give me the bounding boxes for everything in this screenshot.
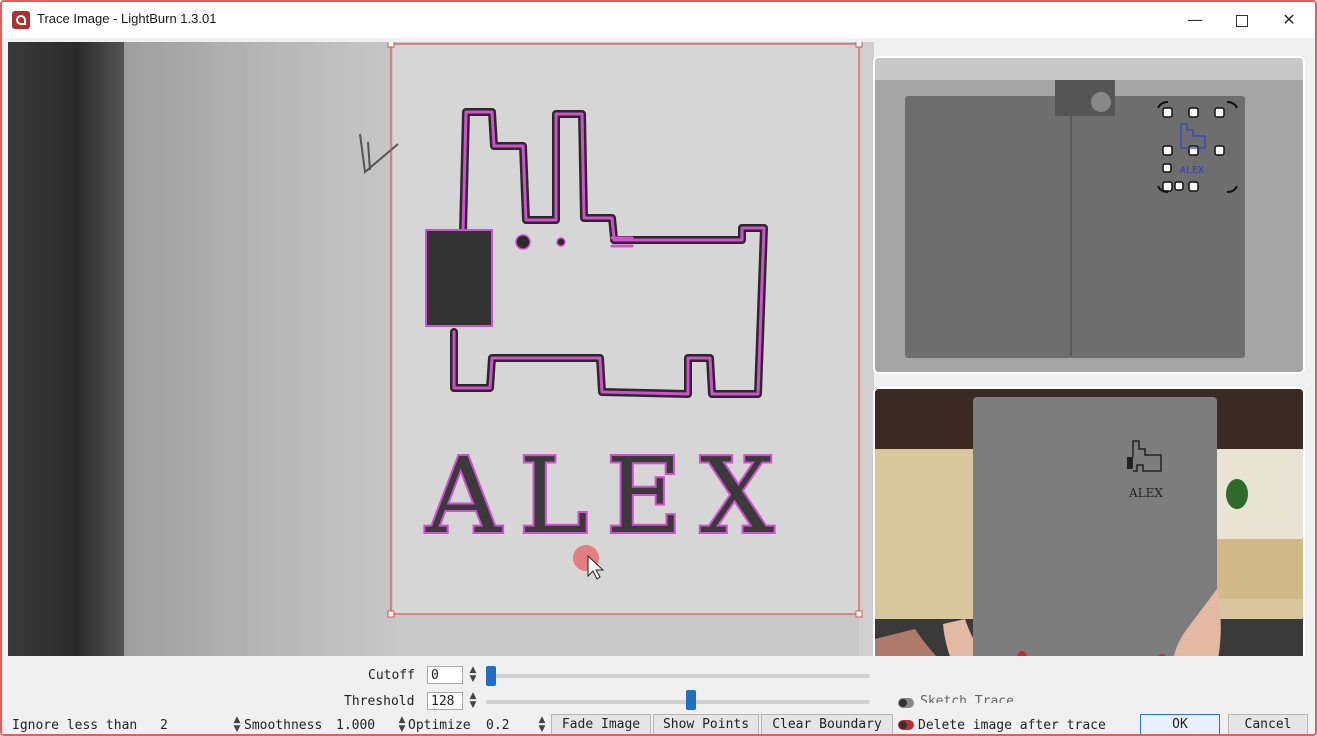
smoothness-spinner[interactable]: ▲ ▼ — [395, 716, 409, 734]
cutoff-input[interactable]: 0 — [427, 666, 463, 684]
ignore-less-than-spinner[interactable]: ▲ ▼ — [230, 716, 244, 734]
cutoff-label: Cutoff — [368, 668, 415, 683]
sketch-trace-label: Sketch Trace — [920, 694, 1014, 703]
minimize-button[interactable]: — — [1172, 6, 1218, 34]
dog-eye — [515, 234, 531, 250]
threshold-label: Threshold — [344, 694, 415, 709]
dog-ear-block — [425, 229, 493, 327]
show-points-button[interactable]: Show Points — [653, 714, 759, 734]
traced-alex-text: ALEX — [425, 435, 792, 557]
clear-boundary-button[interactable]: Clear Boundary — [761, 714, 893, 734]
trace-canvas[interactable]: ALEX — [8, 42, 874, 656]
threshold-slider-thumb[interactable] — [686, 690, 696, 710]
camera-photo-preview: ALEX — [873, 387, 1305, 701]
trace-controls-panel: Cutoff 0 ▲ ▼ Threshold 128 ▲ ▼ Sketch Trac… — [2, 656, 1315, 734]
close-button[interactable]: ✕ — [1266, 6, 1312, 34]
delete-image-toggle[interactable] — [898, 720, 914, 730]
threshold-spinner[interactable]: ▲ ▼ — [466, 692, 480, 710]
workspace-preview-image: ALEX — [875, 58, 1303, 372]
ignore-less-than-input[interactable]: 2 — [156, 716, 230, 734]
cancel-button[interactable]: Cancel — [1228, 714, 1308, 734]
fade-image-button[interactable]: Fade Image — [551, 714, 651, 734]
trace-overlay: ALEX — [359, 42, 863, 618]
optimize-label: Optimize — [408, 718, 471, 733]
ok-button[interactable]: OK — [1140, 714, 1220, 734]
camera-photo-image: ALEX — [875, 389, 1303, 699]
delete-image-label: Delete image after trace — [918, 718, 1106, 733]
trace-image-window: Trace Image - LightBurn 1.3.01 — ✕ ALEX … — [0, 0, 1317, 736]
workspace-preview-alex: ALEX — [1180, 165, 1204, 176]
cutoff-spinner[interactable]: ▲ ▼ — [466, 666, 480, 684]
lightburn-app-icon — [12, 11, 30, 29]
ignore-less-than-label: Ignore less than — [12, 718, 138, 733]
smoothness-label: Smoothness — [244, 718, 323, 733]
traced-dog-drawing — [425, 108, 768, 398]
maximize-button[interactable] — [1219, 6, 1265, 34]
maximize-icon — [1236, 14, 1248, 27]
workspace-preview: ALEX — [873, 56, 1305, 374]
notebook-alex-text: ALEX — [1128, 486, 1163, 500]
cutoff-slider-track[interactable] — [486, 674, 870, 678]
window-title: Trace Image - LightBurn 1.3.01 — [37, 11, 217, 26]
optimize-input[interactable]: 0.2 — [482, 716, 534, 734]
pen-mark — [359, 133, 399, 174]
dog-nose — [556, 237, 566, 247]
title-bar: Trace Image - LightBurn 1.3.01 — ✕ — [2, 2, 1315, 38]
cutoff-slider-thumb[interactable] — [486, 666, 496, 686]
threshold-slider-track[interactable] — [486, 700, 870, 704]
smoothness-input[interactable]: 1.000 — [332, 716, 394, 734]
threshold-input[interactable]: 128 — [427, 692, 463, 710]
optimize-spinner[interactable]: ▲ ▼ — [535, 716, 549, 734]
sketch-trace-toggle[interactable] — [898, 698, 914, 708]
